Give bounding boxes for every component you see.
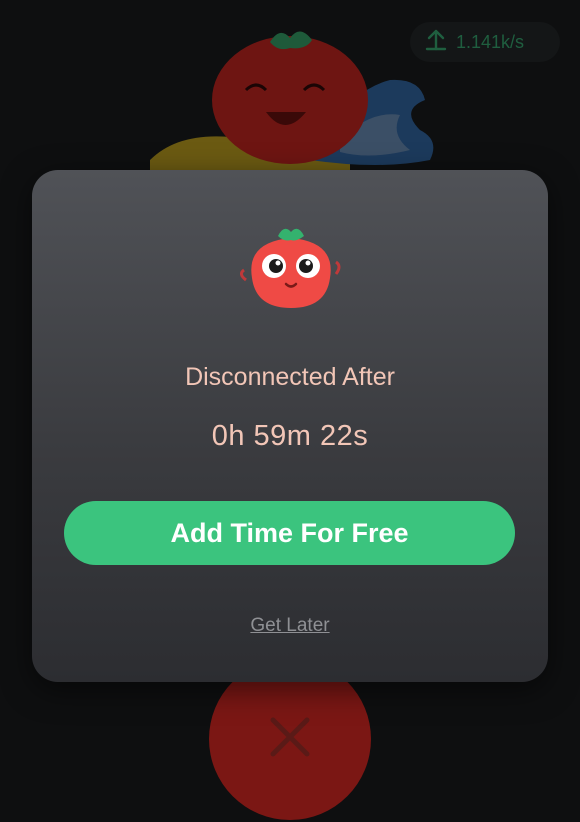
disconnect-dialog: Disconnected After 0h 59m 22s Add Time F… [32, 170, 548, 682]
tomato-mascot-icon [236, 222, 346, 314]
dialog-title: Disconnected After [185, 363, 395, 391]
close-icon [269, 716, 311, 763]
upload-speed-value: 1.141k/s [456, 31, 525, 52]
get-later-link[interactable]: Get Later [32, 615, 548, 637]
laughing-tomato-icon [120, 20, 460, 180]
add-time-button[interactable]: Add Time For Free [64, 501, 515, 565]
connection-timer: 0h 59m 22s [211, 420, 369, 452]
close-button[interactable] [209, 658, 371, 820]
